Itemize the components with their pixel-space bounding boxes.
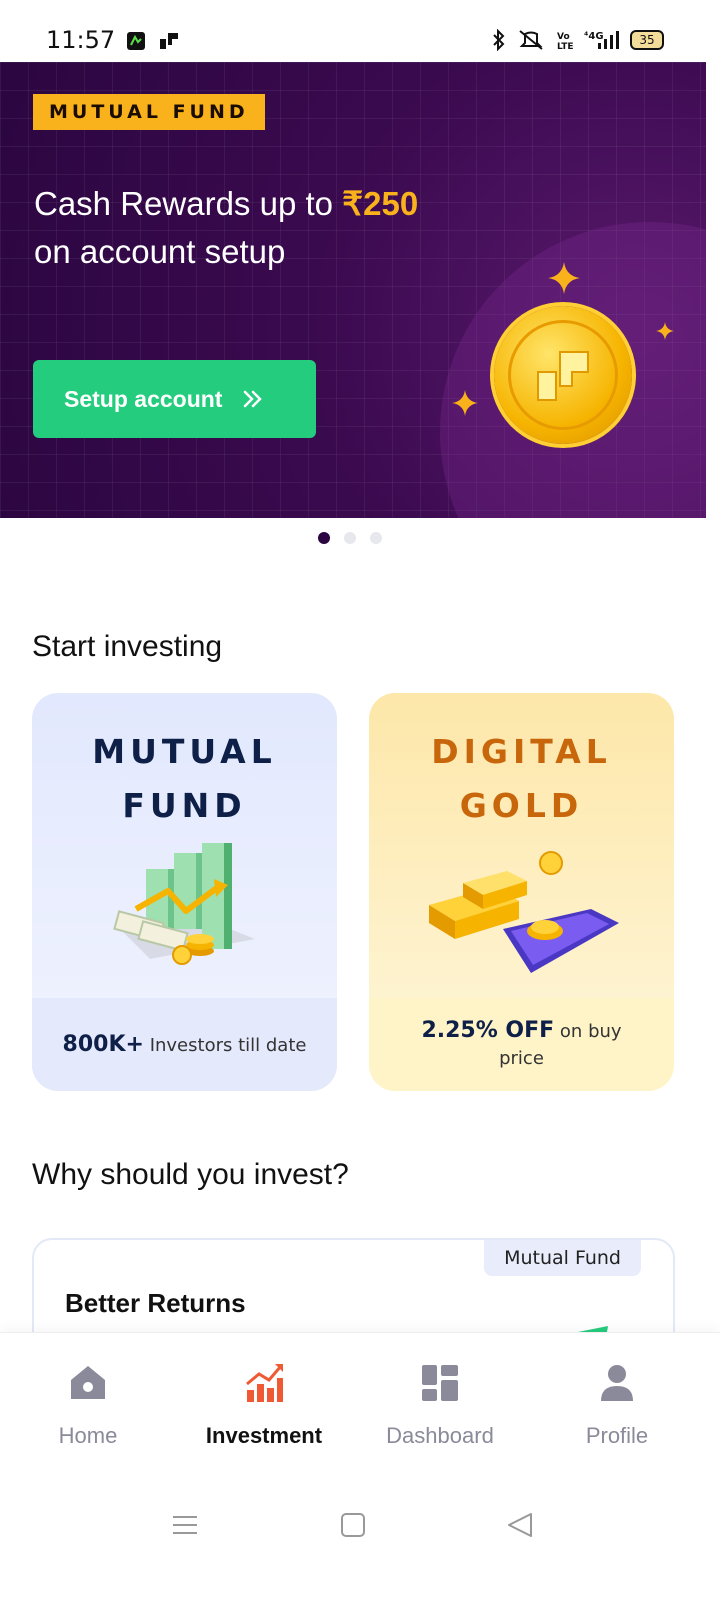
nav-label: Profile	[585, 1423, 649, 1448]
4g-signal-icon: ⁴4G	[584, 31, 619, 49]
sparkle-icon	[452, 390, 478, 416]
sparkle-icon	[656, 322, 674, 340]
card-stat: 800K+	[62, 1031, 144, 1057]
bluetooth-icon	[493, 29, 505, 51]
carousel-dot[interactable]	[370, 532, 382, 544]
nav-label: Investment	[205, 1423, 323, 1448]
home-square-icon[interactable]	[341, 1512, 365, 1538]
card-title: MUTUAL FUND	[92, 732, 277, 825]
status-time: 11:57	[46, 26, 116, 54]
bottom-nav: Home Investment Dashboard Profile	[0, 1332, 720, 1482]
carousel-dot[interactable]	[318, 532, 330, 544]
card-footer: 800K+ Investors till date	[32, 998, 337, 1091]
dashboard-icon	[422, 1365, 458, 1401]
back-icon[interactable]	[507, 1512, 533, 1538]
setup-account-label: Setup account	[64, 385, 223, 412]
card-footer: 2.25% OFF on buy price	[369, 998, 674, 1091]
card-stat: 2.25% OFF	[421, 1018, 555, 1043]
nav-item-dashboard[interactable]: Dashboard	[355, 1361, 525, 1449]
app-logo-icon	[160, 33, 178, 49]
digital-gold-card[interactable]: DIGITAL GOLD 2.25% OFF on buy price	[369, 693, 674, 1091]
carousel-dot[interactable]	[344, 532, 356, 544]
banner-title-prefix: Cash Rewards up to	[34, 185, 333, 222]
why-invest-title: Why should you invest?	[32, 1158, 349, 1191]
profile-icon	[601, 1365, 633, 1401]
nav-item-profile[interactable]: Profile	[532, 1361, 702, 1449]
status-bar: 11:57 Vo LTE ⁴4G 35	[0, 0, 720, 62]
nav-label: Dashboard	[386, 1423, 494, 1448]
banner-title: Cash Rewards up to ₹250 on account setup	[34, 180, 594, 276]
status-left-icons	[126, 31, 180, 51]
start-investing-title: Start investing	[32, 630, 223, 663]
card-stat-text: Investors till date	[149, 1034, 307, 1056]
double-chevron-right-icon	[244, 390, 263, 408]
why-invest-badge: Mutual Fund	[484, 1240, 641, 1276]
why-invest-card-title: Better Returns	[65, 1288, 246, 1318]
setup-account-button[interactable]: Setup account	[33, 360, 316, 438]
promo-banner[interactable]: MUTUAL FUND Cash Rewards up to ₹250 on a…	[0, 62, 706, 518]
home-icon	[71, 1366, 105, 1399]
gold-bars-phone-icon	[429, 851, 619, 973]
mutual-fund-chart-icon	[113, 843, 255, 965]
volte-icon: VoLTE	[557, 32, 574, 51]
nav-item-investment[interactable]: Investment	[179, 1361, 349, 1449]
carousel-dots[interactable]	[318, 532, 382, 544]
svg-text:⁴4G: ⁴4G	[584, 31, 604, 42]
status-right-icons: Vo LTE ⁴4G 35	[492, 29, 664, 51]
banner-tag: MUTUAL FUND	[33, 94, 265, 130]
battery-icon: 35	[630, 30, 664, 50]
banner-title-amount: ₹250	[342, 185, 419, 222]
coin-icon	[494, 306, 632, 444]
menu-icon[interactable]	[172, 1512, 198, 1538]
card-title: DIGITAL GOLD	[431, 732, 612, 825]
app-notification-icon	[127, 32, 145, 50]
system-nav-bar	[0, 1482, 720, 1600]
nav-item-home[interactable]: Home	[3, 1361, 173, 1449]
investment-chart-icon	[246, 1364, 283, 1402]
mute-icon	[519, 30, 543, 50]
svg-text:LTE: LTE	[557, 42, 574, 51]
svg-text:Vo: Vo	[557, 32, 570, 42]
nav-label: Home	[58, 1423, 118, 1448]
sparkle-icon	[548, 262, 580, 294]
banner-title-suffix: on account setup	[34, 233, 286, 270]
mutual-fund-card[interactable]: MUTUAL FUND 800K+ Investors till date	[32, 693, 337, 1091]
